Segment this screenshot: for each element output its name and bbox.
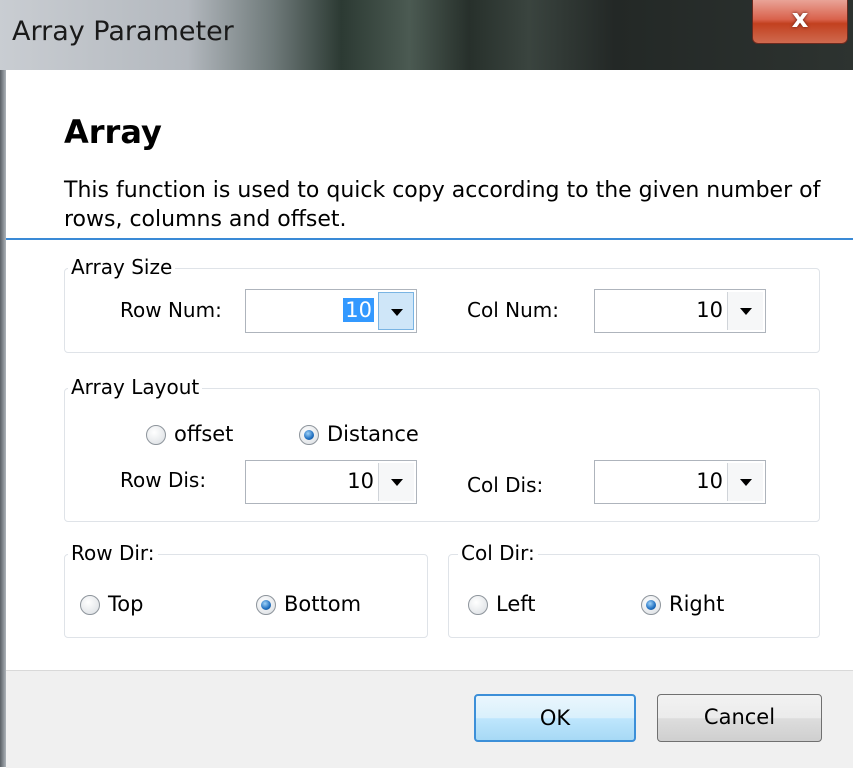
col-num-label: Col Num: — [467, 298, 559, 322]
radio-button-icon[interactable] — [641, 595, 661, 615]
offset-radio-label: offset — [174, 422, 234, 446]
chevron-down-icon[interactable] — [378, 463, 414, 501]
distance-radio-label: Distance — [327, 422, 419, 446]
col-dis-combo[interactable]: 10 — [594, 460, 766, 504]
row-num-value[interactable]: 10 — [343, 298, 374, 322]
array-layout-legend: Array Layout — [68, 375, 203, 399]
dialog-body: Array Size Row Num: 10 Col Num: 10 Array… — [6, 240, 853, 670]
row-dis-value[interactable]: 10 — [347, 469, 374, 493]
array-size-legend: Array Size — [68, 255, 176, 279]
close-icon: x — [791, 4, 809, 34]
chevron-down-icon[interactable] — [727, 292, 763, 330]
radio-button-icon[interactable] — [80, 595, 100, 615]
chevron-down-icon[interactable] — [378, 292, 414, 330]
radio-button-icon[interactable] — [146, 425, 166, 445]
title-bar[interactable]: Array Parameter — [0, 0, 853, 70]
col-num-value[interactable]: 10 — [696, 298, 723, 322]
bottom-radio[interactable]: Bottom — [256, 592, 376, 621]
col-dis-value[interactable]: 10 — [696, 469, 723, 493]
ok-button[interactable]: OK — [474, 694, 636, 742]
col-dir-legend: Col Dir: — [458, 541, 538, 565]
top-radio-label: Top — [108, 592, 144, 616]
row-dir-legend: Row Dir: — [68, 541, 158, 565]
close-button[interactable]: x — [752, 0, 848, 44]
top-radio[interactable]: Top — [80, 592, 170, 621]
distance-radio[interactable]: Distance — [299, 422, 439, 451]
radio-button-icon[interactable] — [468, 595, 488, 615]
description-text: This function is used to quick copy acco… — [64, 178, 821, 232]
row-dis-label: Row Dis: — [120, 468, 207, 492]
row-num-combo[interactable]: 10 — [245, 289, 417, 333]
radio-button-icon[interactable] — [256, 595, 276, 615]
left-radio-label: Left — [496, 592, 536, 616]
radio-button-icon[interactable] — [299, 425, 319, 445]
dialog-footer: OK Cancel — [6, 670, 853, 768]
window-title: Array Parameter — [12, 16, 234, 47]
row-dis-combo[interactable]: 10 — [245, 460, 417, 504]
left-radio[interactable]: Left — [468, 592, 558, 621]
page-title: Array — [64, 113, 162, 151]
bottom-radio-label: Bottom — [284, 592, 362, 616]
offset-radio[interactable]: offset — [146, 422, 256, 451]
right-radio[interactable]: Right — [641, 592, 751, 621]
chevron-down-icon[interactable] — [727, 463, 763, 501]
col-dis-label: Col Dis: — [467, 473, 544, 497]
row-num-label: Row Num: — [120, 298, 222, 322]
right-radio-label: Right — [669, 592, 725, 616]
cancel-button[interactable]: Cancel — [657, 694, 822, 742]
col-num-combo[interactable]: 10 — [594, 289, 766, 333]
